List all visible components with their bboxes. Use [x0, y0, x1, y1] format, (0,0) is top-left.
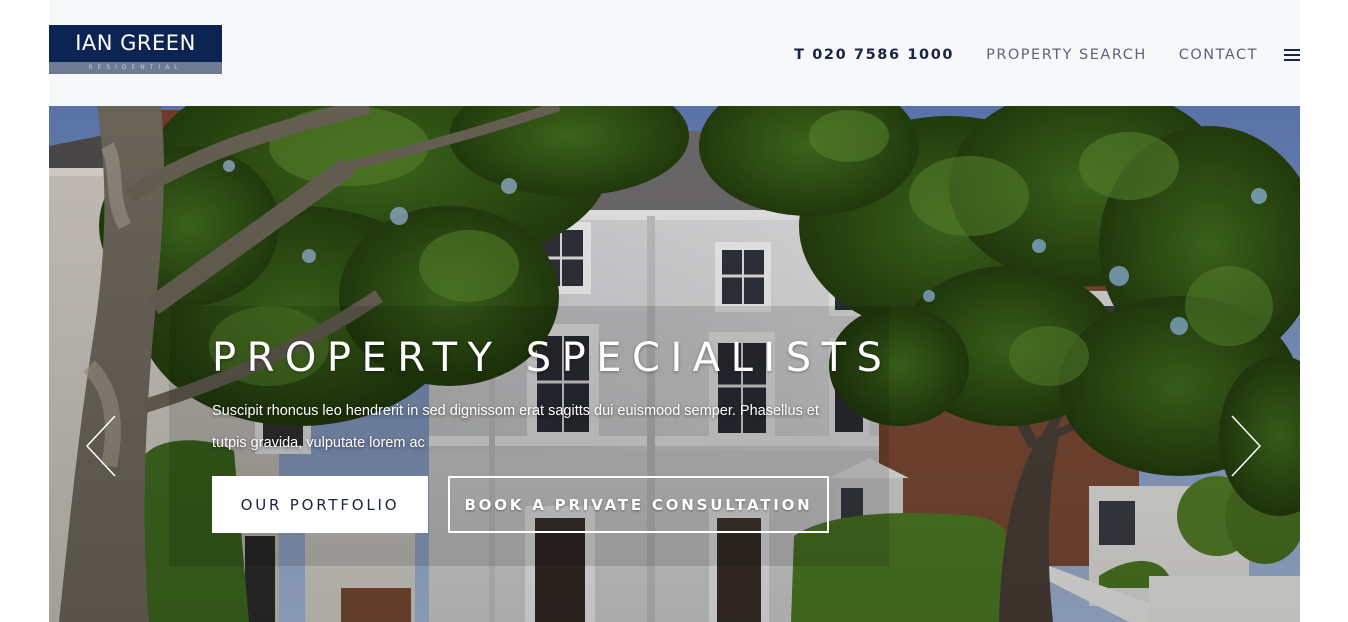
our-portfolio-button[interactable]: OUR PORTFOLIO: [212, 476, 428, 533]
hero-subtext: Suscipit rhoncus leo hendrerit in sed di…: [212, 403, 819, 451]
nav-property-search[interactable]: PROPERTY SEARCH: [986, 47, 1147, 63]
chevron-left-icon[interactable]: [83, 414, 119, 478]
phone-number[interactable]: T 020 7586 1000: [794, 47, 954, 63]
logo-tagline: RESIDENTIAL: [49, 62, 222, 74]
site-header: IAN GREEN RESIDENTIAL T 020 7586 1000 PR…: [49, 0, 1300, 106]
page: IAN GREEN RESIDENTIAL T 020 7586 1000 PR…: [0, 0, 1348, 622]
nav-contact[interactable]: CONTACT: [1179, 47, 1258, 63]
hero-slider: PROPERTY SPECIALISTS Suscipit rhoncus le…: [49, 106, 1300, 622]
hero-headline: PROPERTY SPECIALISTS: [212, 335, 893, 381]
book-consultation-button[interactable]: BOOK A PRIVATE CONSULTATION: [448, 476, 829, 533]
hamburger-menu-icon[interactable]: [1284, 48, 1300, 62]
main-nav: T 020 7586 1000 PROPERTY SEARCH CONTACT: [794, 44, 1300, 66]
logo-name: IAN GREEN: [75, 31, 196, 55]
logo[interactable]: IAN GREEN RESIDENTIAL: [49, 25, 222, 74]
chevron-right-icon[interactable]: [1228, 414, 1264, 478]
